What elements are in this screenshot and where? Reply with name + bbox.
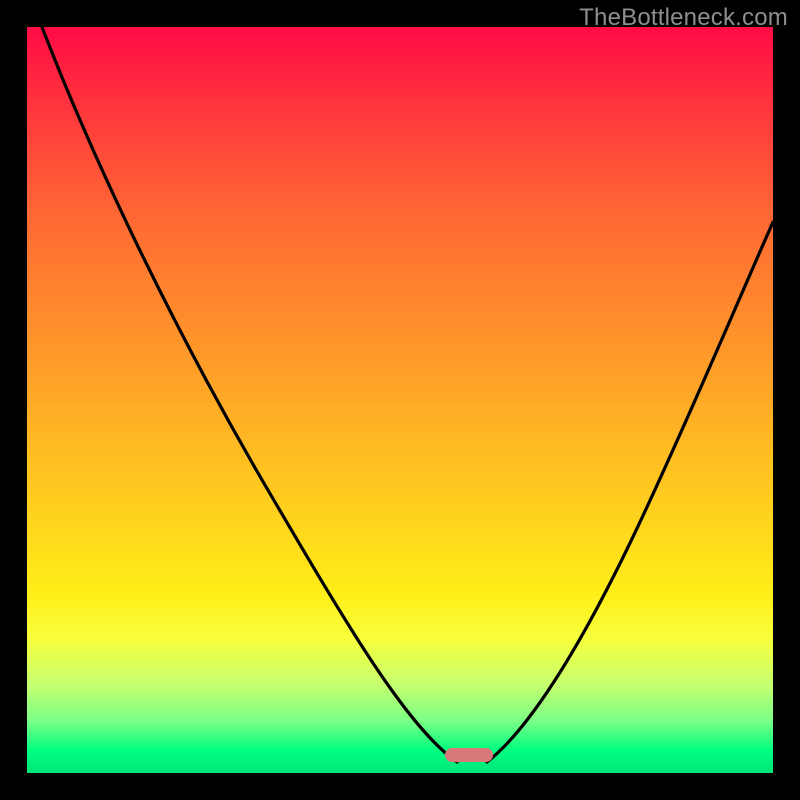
chart-frame: TheBottleneck.com xyxy=(0,0,800,800)
plot-area xyxy=(27,27,773,773)
bottleneck-curve xyxy=(27,27,773,773)
attribution-text: TheBottleneck.com xyxy=(579,4,788,32)
minimum-marker xyxy=(445,748,493,762)
